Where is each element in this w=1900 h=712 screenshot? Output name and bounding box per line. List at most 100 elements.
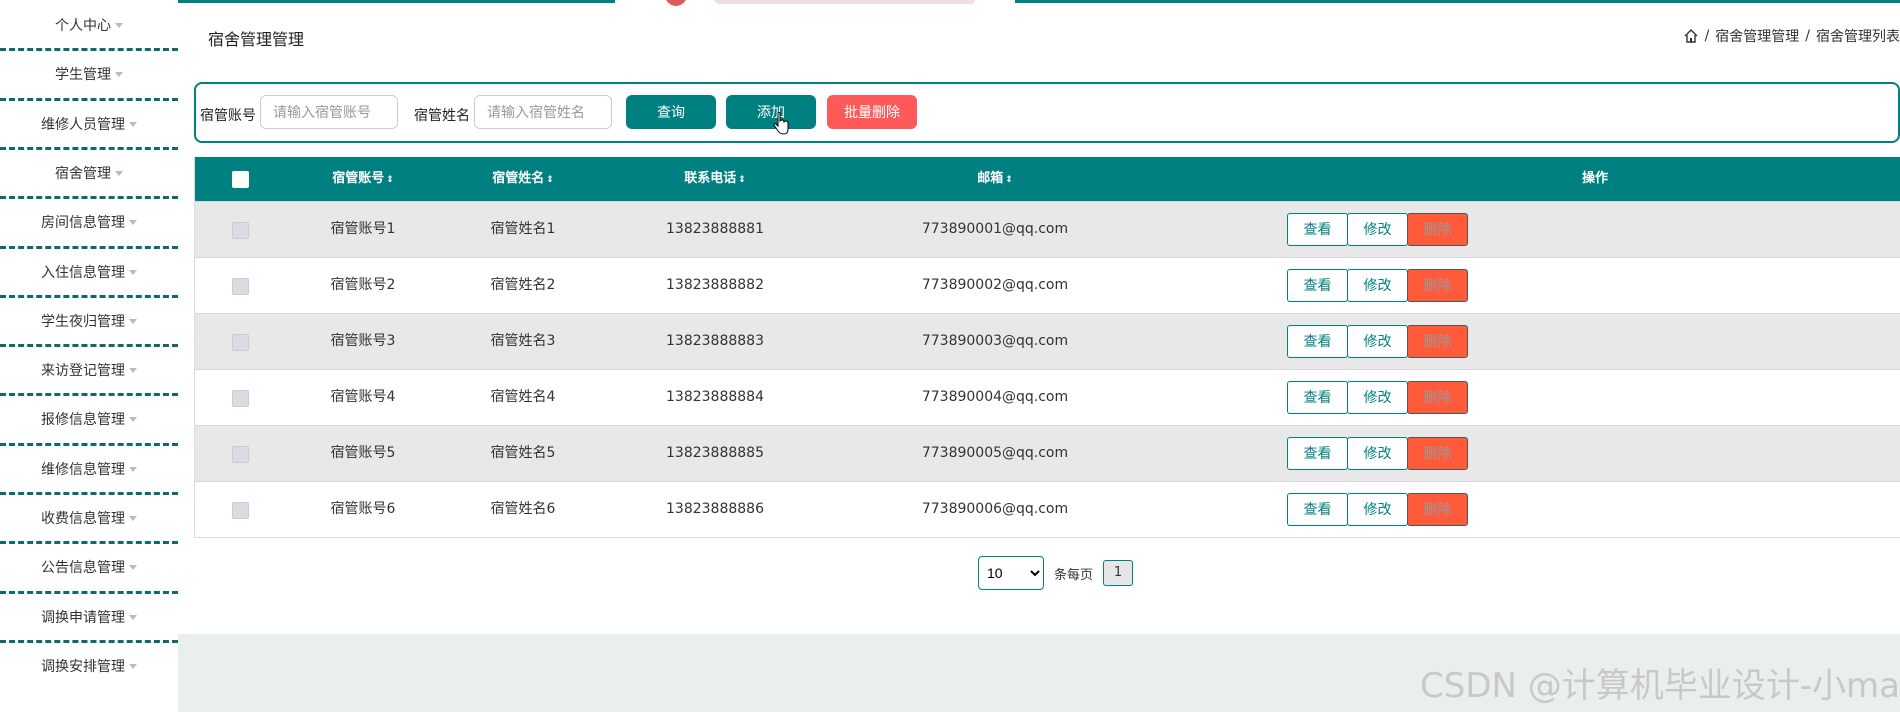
- sort-icon[interactable]: ⇕: [1005, 175, 1013, 185]
- cell-email: 773890004@qq.com: [921, 389, 1069, 405]
- sidebar-item[interactable]: 收费信息管理: [0, 492, 178, 542]
- delete-button[interactable]: 删除: [1407, 381, 1468, 414]
- table-row: 宿管账号4 宿管姓名4 13823888884 773890004@qq.com 查看修…: [195, 369, 1900, 425]
- edit-button[interactable]: 修改: [1347, 381, 1408, 414]
- cell-account: 宿管账号5: [330, 445, 396, 461]
- row-checkbox[interactable]: [232, 502, 249, 519]
- column-header-name[interactable]: 宿管姓名 ⇕: [463, 157, 583, 201]
- search-bar: 宿管账号 宿管姓名 查询 添加 批量删除: [194, 82, 1900, 143]
- cell-email: 773890001@qq.com: [921, 221, 1069, 237]
- column-header-account[interactable]: 宿管账号 ⇕: [303, 157, 423, 201]
- view-button[interactable]: 查看: [1287, 269, 1348, 302]
- sidebar-item[interactable]: 报修信息管理: [0, 393, 178, 443]
- cell-account: 宿管账号6: [330, 501, 396, 517]
- page-number-current[interactable]: 1: [1103, 560, 1134, 586]
- sidebar: 个人中心学生管理维修人员管理 宿舍管理房间信息管理 入住信息管理 学生夜归管理来访登记…: [0, 0, 178, 712]
- delete-button[interactable]: 删除: [1407, 493, 1468, 526]
- caret-down-icon: [115, 171, 123, 176]
- delete-button[interactable]: 删除: [1407, 213, 1468, 246]
- sort-icon[interactable]: ⇕: [386, 175, 394, 185]
- table-body: 宿管账号1 宿管姓名1 13823888881 773890001@qq.com 查看修…: [195, 201, 1900, 537]
- column-header-phone[interactable]: 联系电话 ⇕: [645, 157, 785, 201]
- column-header-phone-label: 联系电话: [684, 171, 737, 186]
- view-button[interactable]: 查看: [1287, 437, 1348, 470]
- csdn-watermark: CSDN @计算机毕业设计-小ma: [1420, 666, 1900, 706]
- name-label: 宿管姓名: [414, 108, 470, 124]
- sidebar-item[interactable]: 维修信息管理: [0, 443, 178, 493]
- edit-button[interactable]: 修改: [1347, 437, 1408, 470]
- sidebar-item[interactable]: 维修人员管理: [0, 98, 178, 148]
- view-button[interactable]: 查看: [1287, 493, 1348, 526]
- sort-icon[interactable]: ⇕: [546, 175, 554, 185]
- cell-email: 773890003@qq.com: [921, 333, 1069, 349]
- table-header-row: 宿管账号 ⇕ 宿管姓名 ⇕ 联系电话 ⇕ 邮箱 ⇕ 操作: [195, 157, 1900, 201]
- pagination: 10 条每页 1: [978, 556, 1134, 590]
- cell-name: 宿管姓名3: [490, 333, 556, 349]
- page-size-select[interactable]: 10: [978, 556, 1044, 590]
- column-header-name-label: 宿管姓名: [492, 171, 545, 186]
- caret-down-icon: [129, 368, 137, 373]
- delete-button[interactable]: 删除: [1407, 269, 1468, 302]
- cell-account: 宿管账号3: [330, 333, 396, 349]
- page-title: 宿舍管理管理: [208, 30, 305, 49]
- row-checkbox[interactable]: [232, 334, 249, 351]
- sidebar-item[interactable]: 学生夜归管理: [0, 295, 178, 345]
- row-checkbox[interactable]: [232, 222, 249, 239]
- column-header-actions: 操作: [1581, 171, 1608, 186]
- cell-email: 773890005@qq.com: [921, 445, 1069, 461]
- batch-delete-button[interactable]: 批量删除: [827, 95, 917, 129]
- sidebar-item-label: 维修人员管理: [41, 117, 125, 133]
- breadcrumb-item-manage[interactable]: 宿舍管理管理: [1715, 26, 1799, 46]
- caret-down-icon: [129, 516, 137, 521]
- column-header-email[interactable]: 邮箱 ⇕: [895, 157, 1095, 201]
- edit-button[interactable]: 修改: [1347, 325, 1408, 358]
- account-search-input[interactable]: [260, 95, 398, 129]
- view-button[interactable]: 查看: [1287, 325, 1348, 358]
- cell-name: 宿管姓名2: [490, 277, 556, 293]
- name-search-input[interactable]: [474, 95, 612, 129]
- sidebar-item[interactable]: 宿舍管理: [0, 147, 178, 197]
- account-label: 宿管账号: [200, 108, 256, 124]
- caret-down-icon: [129, 615, 137, 620]
- sidebar-item[interactable]: 房间信息管理: [0, 196, 178, 246]
- sidebar-item[interactable]: 入住信息管理: [0, 246, 178, 296]
- cell-name: 宿管姓名5: [490, 445, 556, 461]
- caret-down-icon: [129, 664, 137, 669]
- sidebar-item[interactable]: 调换申请管理: [0, 591, 178, 641]
- cell-phone: 13823888882: [666, 277, 764, 293]
- sidebar-item-label: 调换申请管理: [41, 610, 125, 626]
- view-button[interactable]: 查看: [1287, 213, 1348, 246]
- sidebar-item-label: 维修信息管理: [41, 462, 125, 478]
- select-all-checkbox[interactable]: [232, 171, 249, 188]
- cell-account: 宿管账号1: [330, 221, 396, 237]
- row-checkbox[interactable]: [232, 390, 249, 407]
- sidebar-item[interactable]: 调换安排管理: [0, 640, 178, 690]
- sidebar-item-label: 学生管理: [55, 67, 111, 83]
- row-checkbox[interactable]: [232, 446, 249, 463]
- home-icon[interactable]: [1683, 28, 1699, 44]
- caret-down-icon: [129, 467, 137, 472]
- caret-down-icon: [129, 270, 137, 275]
- sidebar-item[interactable]: 来访登记管理: [0, 344, 178, 394]
- sidebar-item[interactable]: 学生管理: [0, 48, 178, 98]
- edit-button[interactable]: 修改: [1347, 213, 1408, 246]
- row-checkbox[interactable]: [232, 278, 249, 295]
- per-page-label: 条每页: [1054, 567, 1094, 583]
- delete-button[interactable]: 删除: [1407, 437, 1468, 470]
- sidebar-item[interactable]: 公告信息管理: [0, 541, 178, 591]
- table-row: 宿管账号3 宿管姓名3 13823888883 773890003@qq.com 查看修…: [195, 313, 1900, 369]
- table-row: 宿管账号6 宿管姓名6 13823888886 773890006@qq.com 查看修…: [195, 481, 1900, 537]
- edit-button[interactable]: 修改: [1347, 269, 1408, 302]
- sidebar-item[interactable]: 个人中心: [0, 0, 178, 49]
- sidebar-item-label: 公告信息管理: [41, 560, 125, 576]
- cell-account: 宿管账号4: [330, 389, 396, 405]
- delete-button[interactable]: 删除: [1407, 325, 1468, 358]
- sidebar-item-label: 宿舍管理: [55, 166, 111, 182]
- edit-button[interactable]: 修改: [1347, 493, 1408, 526]
- query-button[interactable]: 查询: [626, 95, 716, 129]
- sidebar-item-label: 来访登记管理: [41, 363, 125, 379]
- add-button[interactable]: 添加: [726, 95, 816, 129]
- view-button[interactable]: 查看: [1287, 381, 1348, 414]
- sort-icon[interactable]: ⇕: [738, 175, 746, 185]
- sidebar-item-label: 个人中心: [55, 18, 111, 34]
